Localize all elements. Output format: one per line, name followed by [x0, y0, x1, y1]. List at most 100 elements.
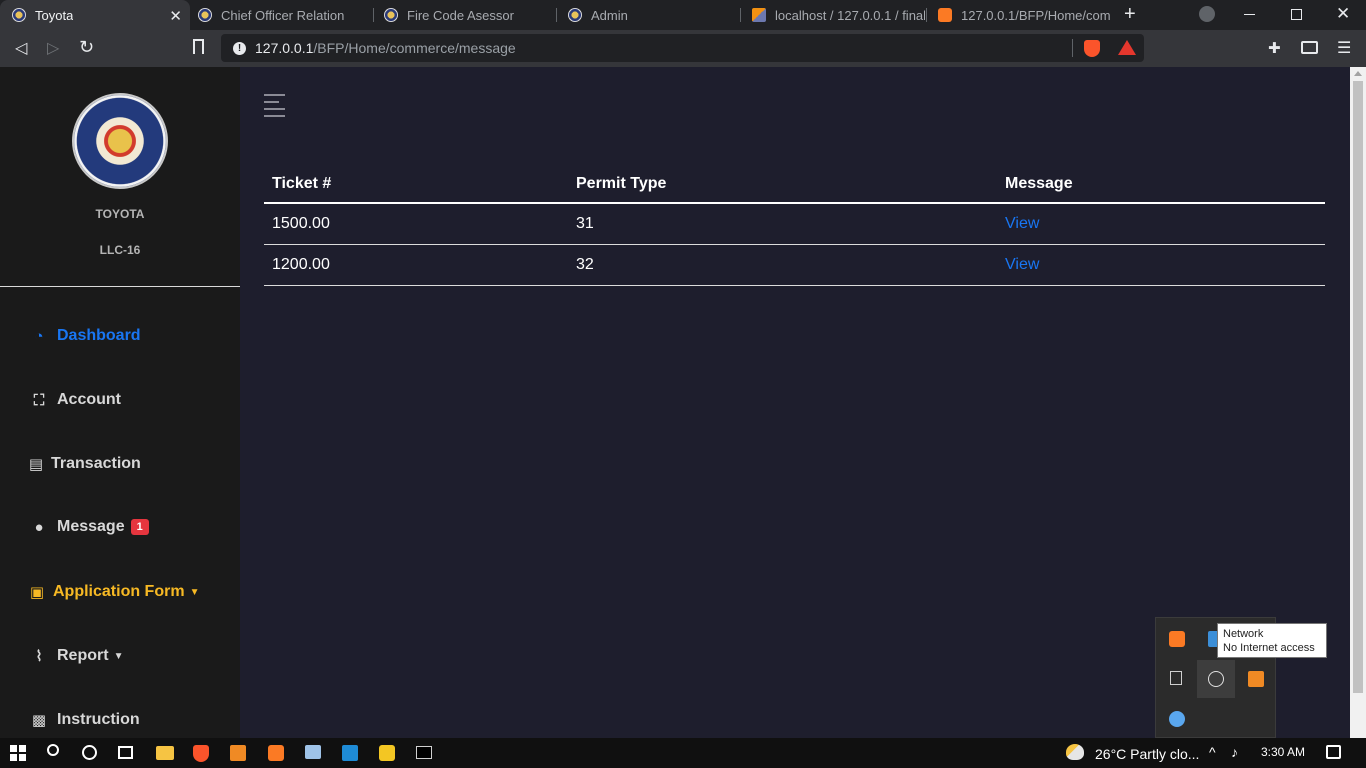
browser-chrome: Toyota ✕ Chief Officer Relation Fire Cod…: [0, 0, 1366, 67]
sidebar-item-instruction[interactable]: ▩ Instruction: [30, 711, 140, 729]
paperclip-icon: ⌇: [35, 648, 43, 665]
message-count-badge: 1: [130, 519, 149, 535]
task-view-icon[interactable]: [118, 746, 133, 759]
sublime-tray-icon[interactable]: [1248, 671, 1264, 687]
column-header-permit-type: Permit Type: [568, 166, 997, 204]
device-tray-icon[interactable]: [1170, 671, 1182, 685]
view-message-link[interactable]: View: [1005, 215, 1039, 232]
bfp-seal-icon: [568, 8, 582, 22]
view-message-link[interactable]: View: [1005, 256, 1039, 273]
hamburger-menu-icon[interactable]: [264, 94, 285, 117]
bookmark-icon[interactable]: [193, 39, 204, 54]
tab-title: Admin: [591, 7, 628, 23]
info-icon[interactable]: !: [233, 41, 246, 55]
windows-taskbar: 26°C Partly clo... ^ ♪ 3:30 AM: [0, 738, 1366, 768]
tab-title: localhost / 127.0.0.1 / final_: [775, 7, 925, 23]
sidebar-item-label: Dashboard: [57, 327, 141, 344]
restore-icon[interactable]: [1291, 9, 1302, 20]
reload-icon[interactable]: ↻: [79, 37, 94, 58]
sidebar-item-dashboard[interactable]: ◔ Dashboard: [30, 327, 141, 345]
column-header-ticket: Ticket #: [264, 166, 568, 204]
tab-commerce-message[interactable]: 127.0.0.1/BFP/Home/comm: [926, 0, 1112, 30]
ticket-cell: 1200.00: [264, 244, 568, 286]
sidebar-item-label: Message: [57, 518, 125, 535]
sidebar: TOYOTA LLC-16 ◔ Dashboard ⛶ Account ▤ Tr…: [0, 67, 240, 738]
cortana-icon[interactable]: [82, 745, 97, 760]
sitemap-icon: ⛶: [33, 391, 45, 409]
tab-title: Chief Officer Relation: [221, 7, 345, 23]
command-prompt-icon[interactable]: [416, 746, 432, 759]
tab-toyota[interactable]: Toyota ✕: [0, 0, 190, 30]
sidebar-item-application-form[interactable]: ▣ Application Form ▼: [30, 583, 200, 601]
company-name: TOYOTA: [95, 207, 145, 221]
forward-icon[interactable]: ▷: [47, 38, 59, 58]
permit-type-cell: 31: [568, 203, 997, 245]
message-table: Ticket # Permit Type Message 1500.00 31 …: [264, 166, 1325, 286]
sidebar-item-report[interactable]: ⌇ Report ▼: [30, 647, 123, 665]
page-scrollbar[interactable]: [1350, 67, 1366, 738]
back-icon[interactable]: ◁: [15, 38, 27, 58]
company-code: LLC-16: [99, 243, 141, 257]
presentation-icon: ▩: [31, 712, 47, 729]
tab-fire-code-asessor[interactable]: Fire Code Asessor: [372, 0, 556, 30]
brave-browser-icon[interactable]: [193, 745, 209, 762]
xampp-tray-icon[interactable]: [1169, 631, 1185, 647]
bfp-seal-icon: [12, 8, 26, 22]
scroll-thumb[interactable]: [1353, 81, 1363, 693]
column-header-message: Message: [997, 166, 1325, 204]
file-explorer-icon[interactable]: [156, 746, 174, 760]
message-cell: View: [997, 244, 1325, 286]
notification-center-icon[interactable]: [1326, 745, 1341, 759]
scroll-up-arrow-icon[interactable]: [1354, 71, 1362, 76]
show-hidden-icons-icon[interactable]: ^: [1209, 744, 1216, 760]
remote-desktop-icon[interactable]: [305, 745, 321, 759]
minimize-icon[interactable]: [1244, 14, 1255, 15]
caret-down-icon: ▼: [113, 650, 124, 662]
new-tab-button[interactable]: +: [1124, 3, 1136, 26]
address-bar[interactable]: ! 127.0.0.1/BFP/Home/commerce/message: [221, 34, 1144, 62]
permit-type-cell: 32: [568, 244, 997, 286]
app-tray-icon[interactable]: [1169, 711, 1185, 727]
browser-toolbar: ◁ ▷ ↻ ! 127.0.0.1/BFP/Home/commerce/mess…: [0, 30, 1366, 67]
url-host: 127.0.0.1: [255, 40, 314, 56]
table-row: 1500.00 31 View: [264, 203, 1325, 245]
tab-chief-officer-relation[interactable]: Chief Officer Relation: [186, 0, 372, 30]
sidebar-item-message[interactable]: ● Message 1: [30, 518, 149, 536]
close-icon[interactable]: ✕: [169, 7, 182, 25]
weather-icon: [1066, 744, 1084, 760]
media-player-icon[interactable]: [379, 745, 395, 761]
tab-title: 127.0.0.1/BFP/Home/comm: [961, 7, 1111, 23]
tab-search-icon[interactable]: [1199, 6, 1215, 22]
brave-rewards-icon[interactable]: [1118, 40, 1136, 55]
tab-admin[interactable]: Admin: [556, 0, 740, 30]
search-icon[interactable]: [47, 744, 59, 756]
profile-section: TOYOTA LLC-16: [0, 67, 240, 287]
xampp-icon: [938, 8, 952, 22]
tooltip-title: Network: [1223, 628, 1264, 640]
close-window-icon[interactable]: ✕: [1336, 4, 1350, 24]
caret-down-icon: ▼: [189, 586, 200, 598]
comment-icon: ●: [34, 518, 44, 536]
bfp-seal-icon: [198, 8, 212, 22]
ticket-cell: 1500.00: [264, 203, 568, 245]
network-tooltip: Network No Internet access: [1217, 623, 1327, 658]
volume-icon[interactable]: ♪: [1231, 744, 1238, 760]
clock-time[interactable]: 3:30 AM: [1261, 745, 1305, 759]
omnibox-divider: [1072, 39, 1073, 57]
sidebar-item-account[interactable]: ⛶ Account: [30, 391, 121, 409]
table-header-row: Ticket # Permit Type Message: [264, 166, 1325, 204]
app-icon[interactable]: [342, 745, 358, 761]
tab-title: Fire Code Asessor: [407, 7, 514, 23]
menu-icon[interactable]: ☰: [1337, 38, 1351, 58]
sublime-text-icon[interactable]: [230, 745, 246, 761]
wallet-icon[interactable]: [1301, 41, 1318, 54]
tab-phpmyadmin[interactable]: localhost / 127.0.0.1 / final_: [740, 0, 926, 30]
windows-start-icon[interactable]: [10, 745, 26, 761]
sidebar-item-label: Application Form: [53, 583, 185, 600]
brave-shields-icon[interactable]: [1084, 40, 1100, 57]
sidebar-item-transaction[interactable]: ▤ Transaction: [29, 455, 141, 473]
xampp-icon[interactable]: [268, 745, 284, 761]
network-tray-item[interactable]: [1197, 660, 1235, 698]
extensions-icon[interactable]: ✚: [1268, 39, 1281, 57]
weather-text[interactable]: 26°C Partly clo...: [1095, 746, 1199, 762]
